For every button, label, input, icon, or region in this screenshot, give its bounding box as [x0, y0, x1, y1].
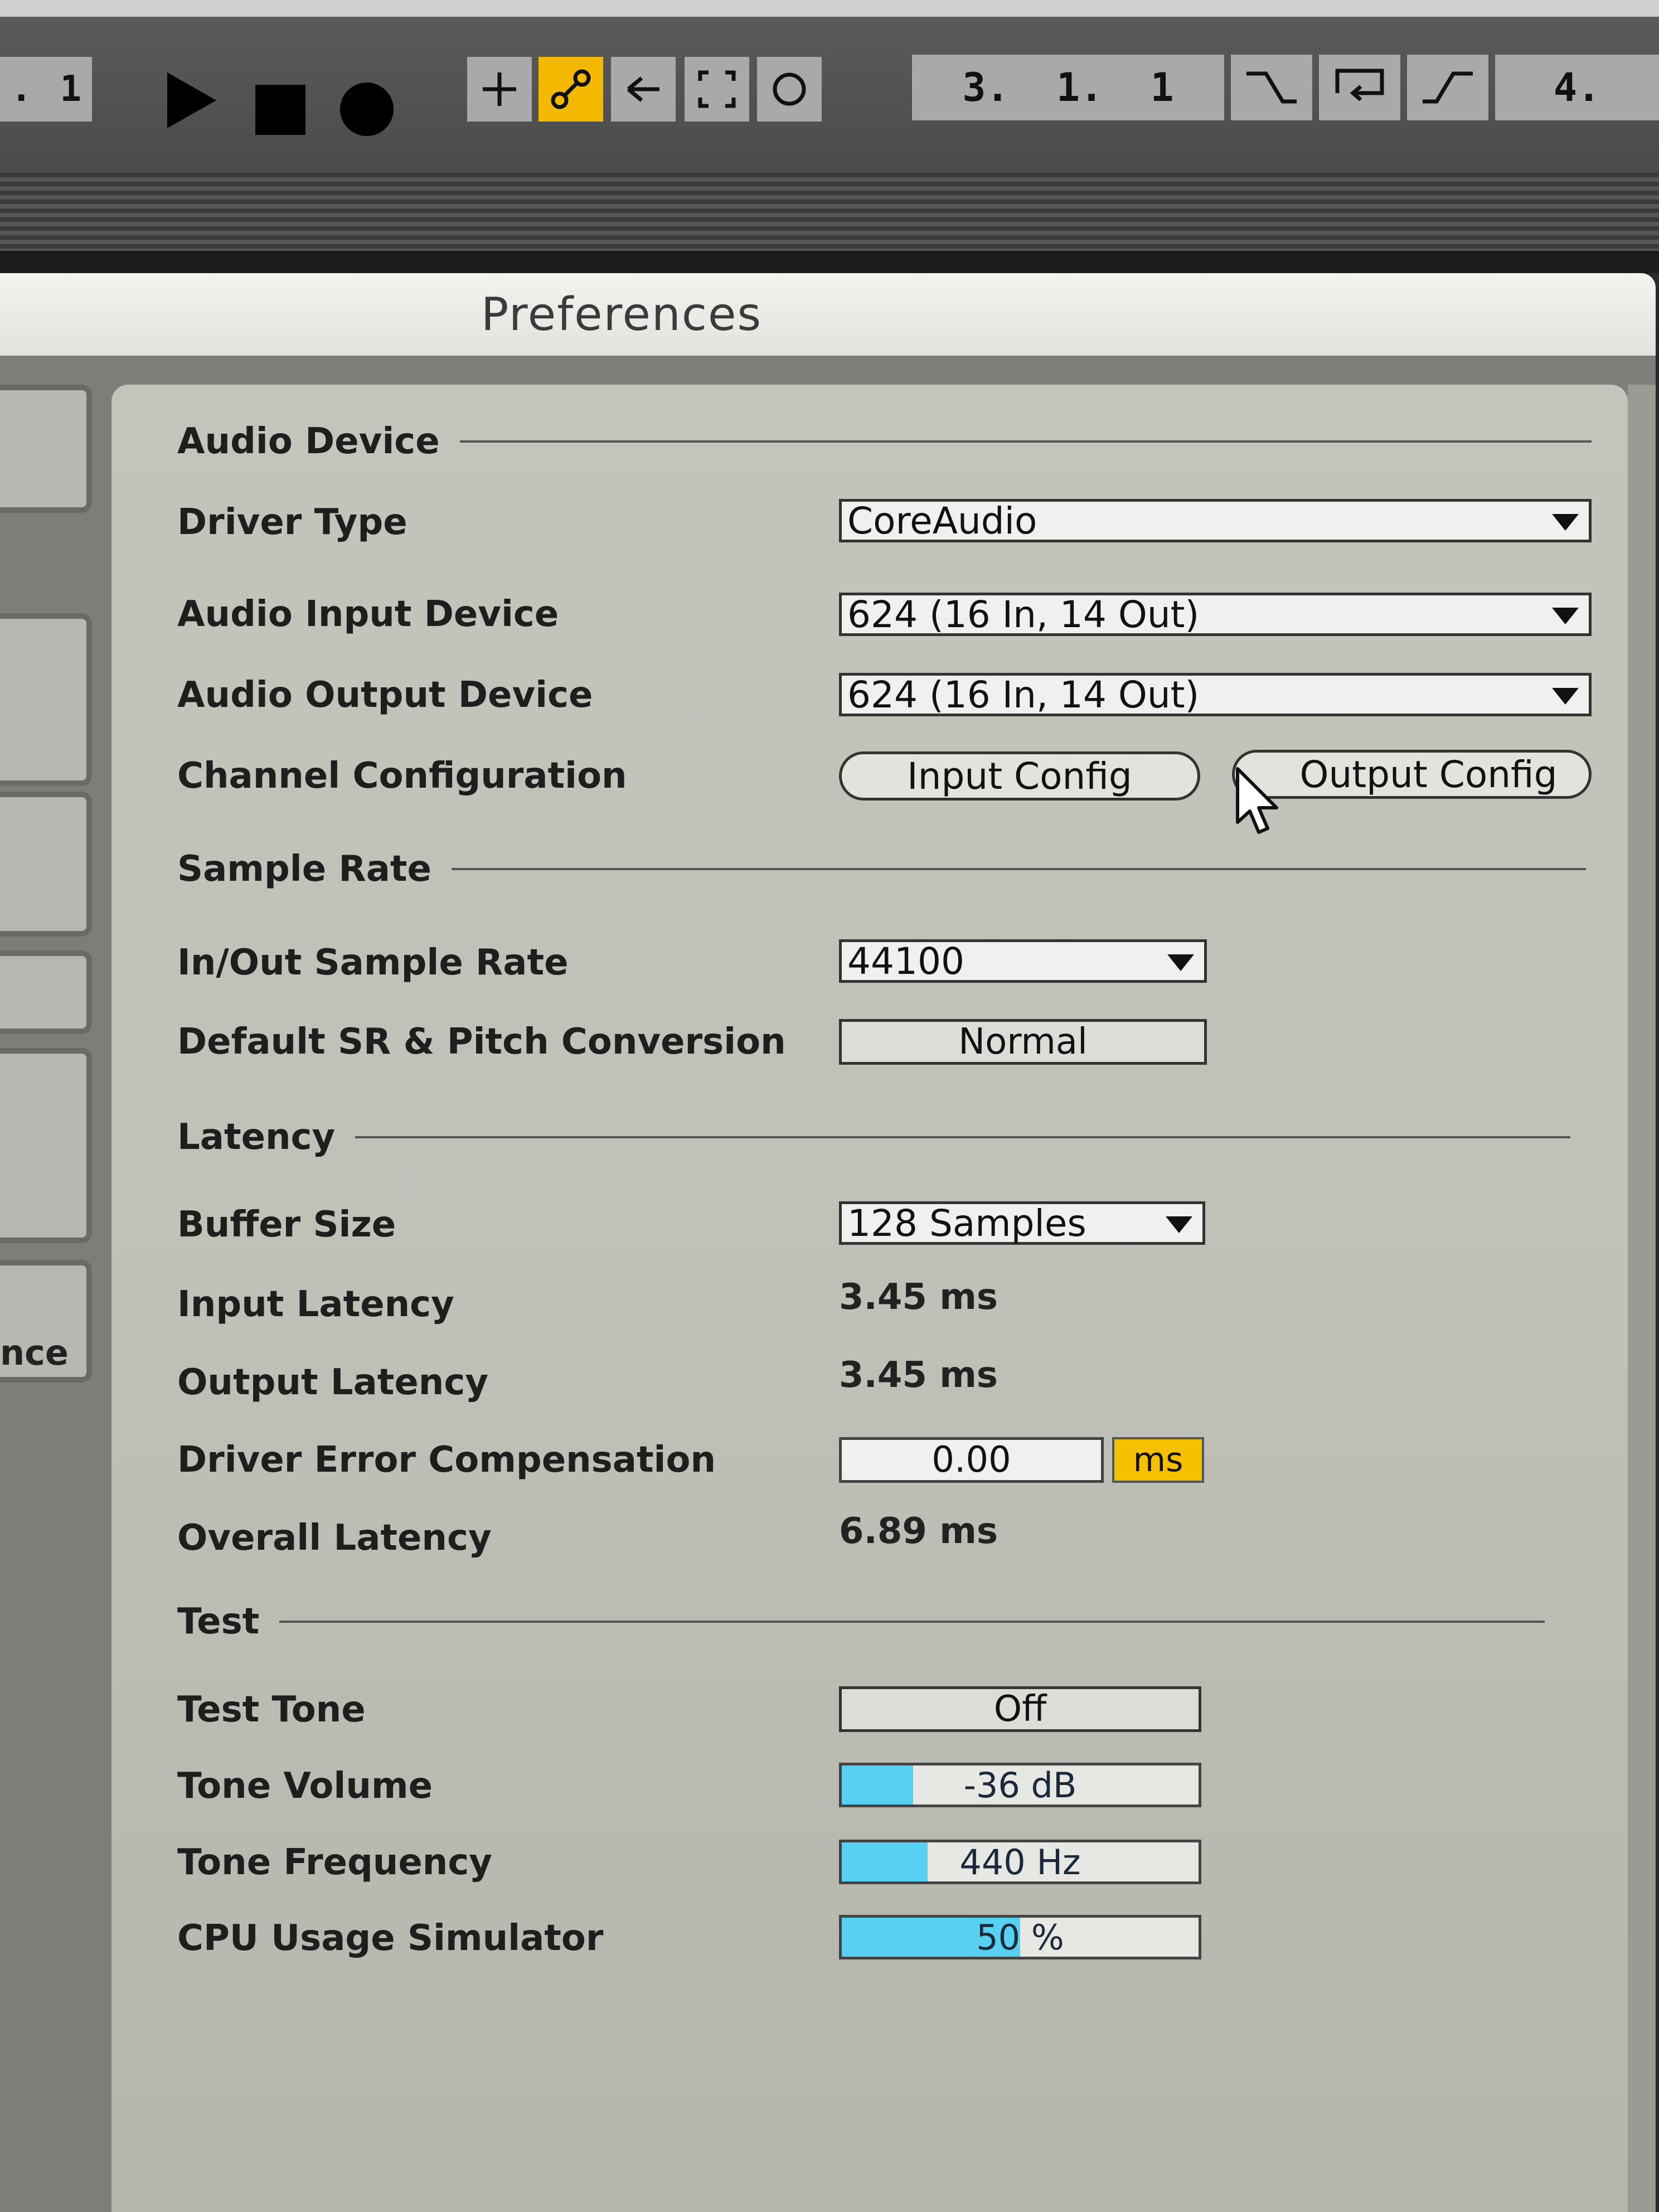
driver-type-label: Driver Type — [177, 502, 408, 543]
section-latency: Latency — [177, 1117, 1571, 1158]
section-sample-rate: Sample Rate — [177, 848, 1586, 890]
chevron-down-icon — [1552, 688, 1579, 705]
cpu-usage-simulator-label: CPU Usage Simulator — [177, 1918, 604, 1959]
loop-icon — [1335, 69, 1384, 101]
chevron-down-icon — [1166, 1216, 1192, 1233]
record-icon[interactable] — [340, 83, 394, 136]
audio-input-device-value: 624 (16 In, 14 Out) — [847, 593, 1200, 636]
punch-out-button[interactable] — [1407, 55, 1488, 120]
link-icon — [551, 69, 591, 109]
sidebar-tab-4[interactable] — [0, 950, 92, 1034]
left-counter[interactable]: . 1 — [0, 57, 92, 122]
punch-in-icon — [1246, 71, 1297, 104]
section-test: Test — [177, 1601, 1545, 1642]
driver-error-unit-badge: ms — [1112, 1437, 1204, 1483]
circle-icon — [773, 72, 806, 106]
test-tone-label: Test Tone — [177, 1689, 366, 1730]
audio-input-device-label: Audio Input Device — [177, 594, 559, 635]
section-latency-heading: Latency — [177, 1117, 336, 1158]
punch-in-button[interactable] — [1231, 55, 1312, 120]
section-rule — [451, 868, 1586, 870]
window-title: Preferences — [481, 288, 763, 341]
audio-output-device-label: Audio Output Device — [177, 675, 593, 716]
tone-frequency-label: Tone Frequency — [177, 1842, 492, 1883]
sidebar-tab-1[interactable] — [0, 385, 92, 513]
chevron-down-icon — [1167, 954, 1194, 971]
loop-bracket-icon — [698, 70, 736, 108]
track-divider — [0, 173, 1659, 251]
sidebar-tab-3[interactable] — [0, 792, 92, 937]
section-rule — [279, 1621, 1545, 1623]
test-tone-toggle[interactable]: Off — [839, 1686, 1201, 1732]
add-button[interactable] — [467, 57, 532, 122]
buffer-size-dropdown[interactable]: 128 Samples — [839, 1201, 1205, 1245]
add-icon — [483, 72, 516, 106]
transport-bar: . 1 3. 1. 1 4. — [0, 17, 1659, 173]
overall-latency-value: 6.89 ms — [839, 1511, 998, 1552]
divider-shadow — [0, 251, 1659, 273]
default-sr-conversion-label: Default SR & Pitch Conversion — [177, 1021, 786, 1063]
sidebar-item-label: nce — [0, 1332, 69, 1373]
tone-volume-value: -36 dB — [963, 1764, 1077, 1806]
mouse-cursor-icon — [1236, 767, 1278, 834]
input-config-button[interactable]: Input Config — [839, 751, 1200, 801]
section-audio-device-heading: Audio Device — [177, 421, 440, 462]
stop-icon[interactable] — [255, 85, 305, 135]
input-latency-value: 3.45 ms — [839, 1277, 998, 1318]
overall-latency-label: Overall Latency — [177, 1517, 492, 1559]
section-audio-device: Audio Device — [177, 421, 1592, 462]
back-to-arrangement-button[interactable] — [611, 57, 676, 122]
output-config-button[interactable]: Output Config — [1232, 750, 1592, 799]
song-position[interactable]: 3. 1. 1 — [912, 55, 1224, 120]
punch-out-icon — [1423, 71, 1473, 104]
sidebar-tab-5[interactable] — [0, 1048, 92, 1243]
circle-button[interactable] — [757, 57, 822, 122]
chevron-down-icon — [1552, 514, 1579, 531]
output-latency-value: 3.45 ms — [839, 1355, 998, 1396]
in-out-sample-rate-label: In/Out Sample Rate — [177, 942, 569, 983]
sr-conversion-toggle[interactable]: Normal — [839, 1019, 1207, 1065]
play-icon[interactable] — [167, 72, 216, 128]
tone-frequency-slider[interactable]: 440 Hz — [839, 1840, 1201, 1884]
panel-scroll-edge[interactable] — [1628, 385, 1656, 2212]
driver-error-compensation-input[interactable]: 0.00 — [839, 1437, 1104, 1483]
sidebar-tab-2[interactable] — [0, 613, 92, 786]
left-counter-dot: . — [10, 69, 32, 110]
audio-output-device-dropdown[interactable]: 624 (16 In, 14 Out) — [839, 673, 1592, 716]
channel-configuration-label: Channel Configuration — [177, 755, 627, 797]
cpu-usage-value: 50 % — [976, 1917, 1064, 1958]
driver-type-dropdown[interactable]: CoreAudio — [839, 499, 1592, 542]
back-arrow-icon — [627, 76, 659, 102]
audio-input-device-dropdown[interactable]: 624 (16 In, 14 Out) — [839, 593, 1592, 636]
driver-error-compensation-label: Driver Error Compensation — [177, 1439, 716, 1481]
tone-volume-label: Tone Volume — [177, 1765, 433, 1807]
right-counter[interactable]: 4. — [1495, 55, 1659, 120]
tone-volume-slider[interactable]: -36 dB — [839, 1763, 1201, 1807]
window-titlebar[interactable]: Preferences — [0, 273, 1656, 356]
tone-frequency-value: 440 Hz — [959, 1841, 1081, 1883]
section-sample-rate-heading: Sample Rate — [177, 848, 431, 890]
section-test-heading: Test — [177, 1601, 260, 1642]
loop-button[interactable] — [1319, 55, 1400, 120]
section-rule — [355, 1136, 1571, 1138]
chevron-down-icon — [1552, 608, 1579, 624]
top-strip — [0, 0, 1659, 17]
buffer-size-label: Buffer Size — [177, 1204, 396, 1245]
driver-type-value: CoreAudio — [847, 499, 1037, 542]
cpu-usage-slider[interactable]: 50 % — [839, 1915, 1201, 1959]
section-rule — [459, 440, 1592, 443]
link-button[interactable] — [539, 57, 603, 122]
output-latency-label: Output Latency — [177, 1362, 488, 1403]
sample-rate-dropdown[interactable]: 44100 — [839, 939, 1207, 983]
loop-bracket-button[interactable] — [685, 57, 749, 122]
buffer-size-value: 128 Samples — [847, 1201, 1086, 1245]
sample-rate-value: 44100 — [847, 939, 964, 983]
left-counter-value: 1 — [60, 69, 82, 110]
audio-output-device-value: 624 (16 In, 14 Out) — [847, 673, 1200, 716]
input-latency-label: Input Latency — [177, 1284, 454, 1325]
